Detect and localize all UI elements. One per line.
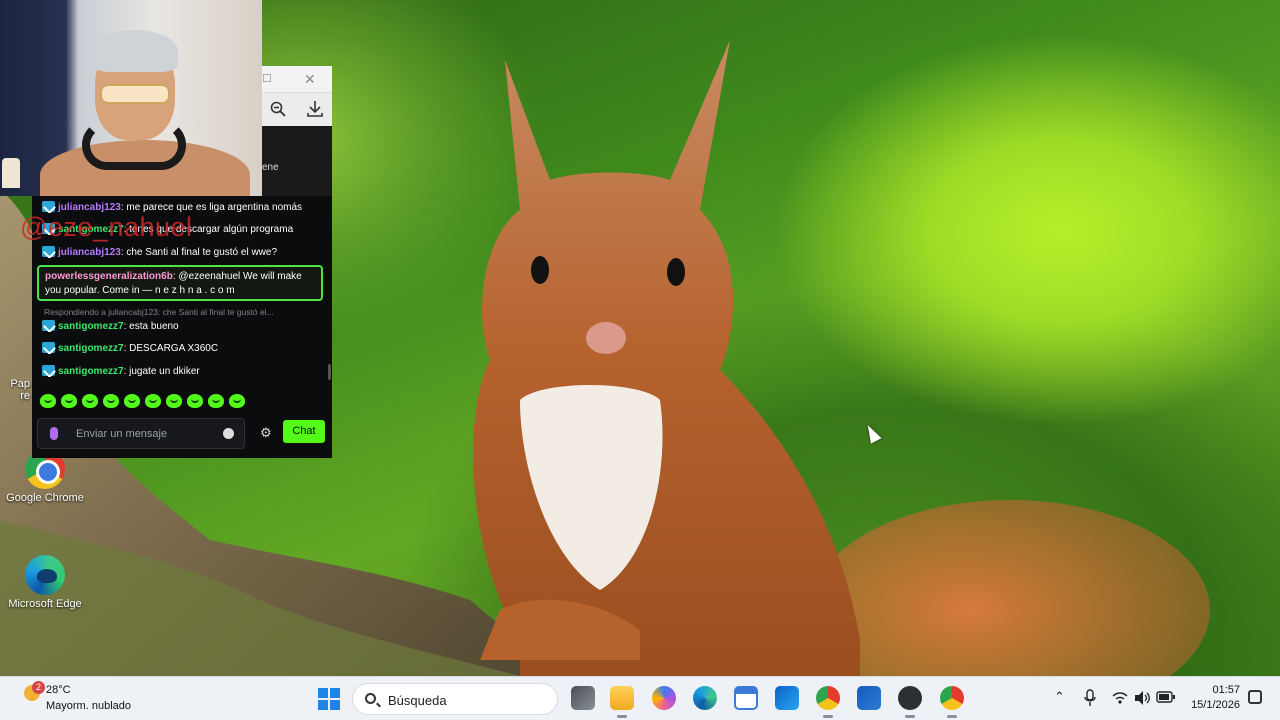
desktop-icon-edge[interactable]: Microsoft Edge [0,555,90,610]
emote-icon[interactable] [145,394,161,408]
chat-username[interactable]: santigomezz7 [58,366,124,377]
word-icon[interactable] [857,686,881,710]
chat-input[interactable]: Enviar un mensaje [37,418,245,449]
headset-decoration [82,120,186,170]
streamer-hair [92,30,178,72]
search-placeholder: Búsqueda [388,693,447,708]
user-badge-icon [42,320,55,331]
chat-text: : che Santi al final te gustó el wwe? [120,247,278,258]
emote-icon[interactable] [124,394,140,408]
windows-start-icon[interactable] [318,688,340,710]
task-view-icon[interactable] [571,686,595,710]
edge-icon[interactable] [693,686,717,710]
notification-badge: 2 [32,681,45,694]
chat-send-button[interactable]: Chat [283,420,325,443]
partial-window-text: ene [262,162,279,173]
obs-icon[interactable] [898,686,922,718]
volume-icon[interactable] [1134,690,1152,706]
store-icon[interactable] [734,686,758,710]
chat-username[interactable]: santigomezz7 [58,343,124,354]
window-titlebar[interactable]: ☐ ✕ [262,66,332,92]
file-explorer-icon[interactable] [610,686,634,718]
desktop-icon-label: Google Chrome [6,492,84,504]
emote-icon[interactable] [229,394,245,408]
notification-icon[interactable] [1248,690,1262,704]
close-button[interactable]: ✕ [304,66,316,92]
copilot-icon[interactable] [652,686,676,710]
chrome-profile-icon[interactable] [940,686,964,718]
maximize-button[interactable]: ☐ [262,66,272,92]
chevron-up-icon[interactable]: ⌃ [1054,689,1065,705]
user-badge-icon [42,342,55,353]
chat-text: : jugate un dkiker [123,366,200,377]
webcam-overlay [0,0,262,196]
user-badge-icon [42,246,55,257]
clock-time: 01:57 [1212,684,1240,696]
microphone-tray-icon[interactable] [1084,689,1096,707]
chat-message: santigomezz7: jugate un dkiker [42,365,326,377]
emote-icon[interactable] [103,394,119,408]
chat-message: juliancabj123: che Santi al final te gus… [42,246,326,258]
lamp-decoration [2,158,20,188]
chrome-icon[interactable] [816,686,840,718]
chat-message: santigomezz7: esta bueno [42,320,326,332]
gear-icon[interactable]: ⚙ [260,425,272,441]
desktop-icon-label: Microsoft Edge [8,598,82,610]
wifi-icon[interactable] [1112,691,1128,705]
taskbar: 2 28°C Mayorm. nublado Búsqueda ⌃ 01:57 [0,676,1280,720]
chat-message: santigomezz7: DESCARGA X360C [42,342,326,354]
weather-temperature: 28°C [46,684,71,696]
partial-label-2: re [20,390,30,402]
system-clock[interactable]: 01:57 15/1/2026 [1186,683,1240,713]
emote-icon[interactable] [187,394,203,408]
window-toolbar [262,92,332,126]
emote-bar [40,394,245,408]
highlighted-message: powerlessgeneralization6b: @ezeenahuel W… [37,265,323,301]
weather-description: Mayorm. nublado [46,700,131,712]
emote-icon[interactable] [40,394,56,408]
chat-input-placeholder: Enviar un mensaje [76,428,168,440]
emoji-picker-icon[interactable] [223,428,234,439]
emote-icon[interactable] [82,394,98,408]
partial-label-1: Pap [10,378,30,390]
emote-icon[interactable] [208,394,224,408]
download-icon[interactable] [307,100,323,118]
user-badge-icon [42,201,55,212]
battery-icon[interactable] [1156,691,1176,703]
clock-date: 15/1/2026 [1191,699,1240,711]
user-badge-icon [42,365,55,376]
chat-text: : esta bueno [123,321,179,332]
chat-username[interactable]: juliancabj123 [58,247,121,258]
chat-username[interactable]: powerlessgeneralization6b [45,271,173,282]
outlook-icon[interactable] [775,686,799,710]
chat-username[interactable]: santigomezz7 [58,321,124,332]
taskbar-search[interactable]: Búsqueda [352,683,558,715]
chat-scrollbar[interactable] [328,364,331,380]
background-window[interactable]: ☐ ✕ ene [262,66,332,200]
microphone-icon[interactable] [50,427,58,440]
chat-text: : DESCARGA X360C [123,343,219,354]
streamer-watermark: @eze_nahuel [20,212,193,242]
reply-context[interactable]: Respondiendo a juliancabj123: che Santi … [44,307,319,317]
desktop-icon-partial[interactable]: Pap re [0,378,30,402]
edge-icon [25,555,65,595]
search-icon [365,693,376,704]
zoom-out-icon[interactable] [270,101,286,117]
emote-icon[interactable] [166,394,182,408]
emote-icon[interactable] [61,394,77,408]
streamer-glasses [100,84,170,104]
